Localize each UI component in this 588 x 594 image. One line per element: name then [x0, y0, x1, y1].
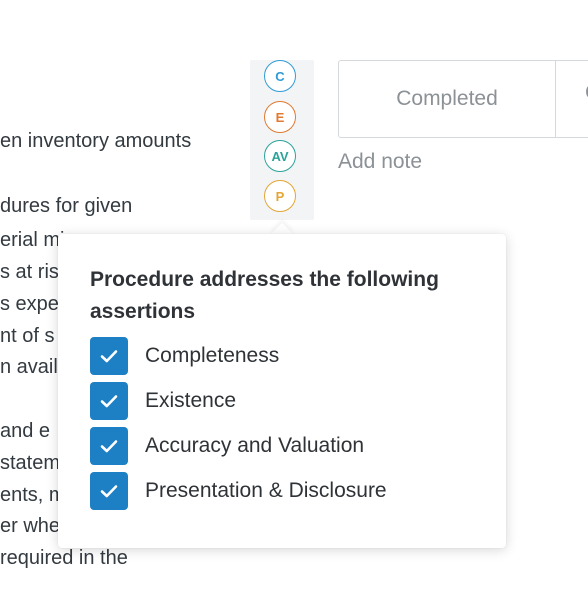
- procedure-text-line: er whe: [0, 515, 61, 537]
- procedure-text-line: required in the: [0, 547, 128, 569]
- procedure-text-line: statem: [0, 452, 61, 474]
- check-icon: [100, 395, 118, 408]
- option-label: Existence: [145, 389, 237, 412]
- procedure-text-line: and e: [0, 420, 51, 442]
- checkbox-completeness[interactable]: [90, 337, 128, 375]
- status-label: Completed: [396, 87, 498, 110]
- assertion-badge-e[interactable]: E: [264, 101, 296, 133]
- add-note-link[interactable]: Add note: [338, 150, 422, 174]
- check-icon: [100, 350, 118, 363]
- status-next-cell[interactable]: C: [555, 60, 588, 138]
- option-label: Presentation & Disclosure: [145, 479, 387, 502]
- assertion-option-presentation-disclosure[interactable]: Presentation & Disclosure: [90, 472, 474, 510]
- procedure-text-line: s expe: [0, 293, 59, 315]
- check-icon: [100, 485, 118, 498]
- option-label: Accuracy and Valuation: [145, 434, 365, 457]
- procedure-text-line: s at risl: [0, 261, 64, 283]
- assertion-option-accuracy-valuation[interactable]: Accuracy and Valuation: [90, 427, 474, 465]
- assertions-popover: Procedure addresses the following assert…: [58, 234, 506, 548]
- assertion-badge-av[interactable]: AV: [264, 140, 296, 172]
- status-completed-cell[interactable]: Completed: [338, 60, 556, 138]
- procedure-text-line: erial mi: [0, 229, 65, 251]
- procedure-text-line: dures for given: [0, 195, 133, 217]
- procedure-text-line: nt of s: [0, 325, 55, 347]
- popover-title: Procedure addresses the following assert…: [90, 268, 439, 323]
- procedure-text-line: en inventory amounts: [0, 130, 192, 152]
- assertion-option-completeness[interactable]: Completeness: [90, 337, 474, 375]
- procedure-text-line: ents, m: [0, 484, 66, 506]
- assertion-option-existence[interactable]: Existence: [90, 382, 474, 420]
- checkbox-accuracy-valuation[interactable]: [90, 427, 128, 465]
- checkbox-presentation-disclosure[interactable]: [90, 472, 128, 510]
- checkbox-existence[interactable]: [90, 382, 128, 420]
- check-icon: [100, 440, 118, 453]
- assertion-badge-p[interactable]: P: [264, 180, 296, 212]
- assertion-badge-c[interactable]: C: [264, 60, 296, 92]
- option-label: Completeness: [145, 344, 280, 367]
